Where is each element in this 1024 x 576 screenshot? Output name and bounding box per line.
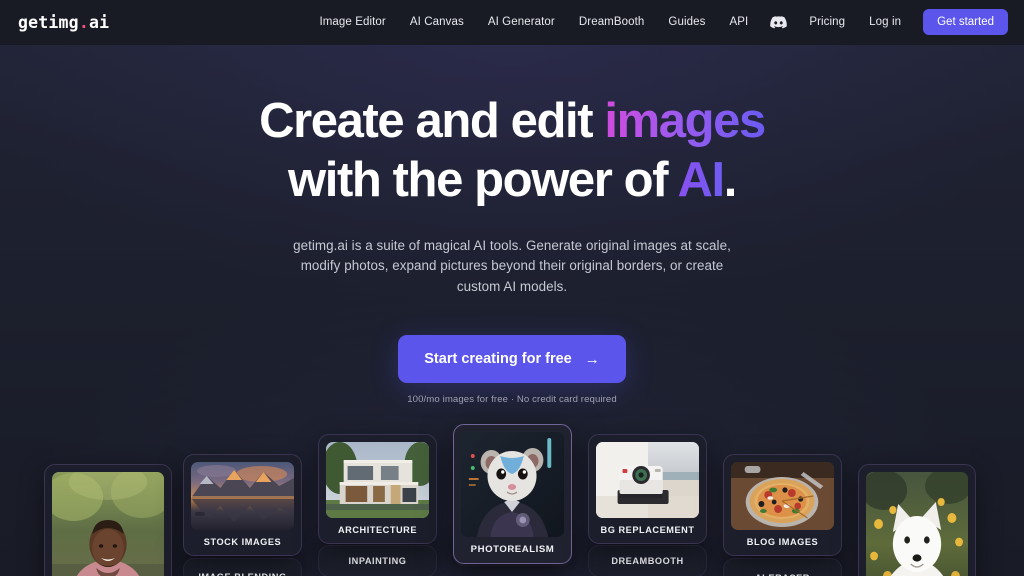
headline-period: .: [723, 153, 738, 207]
nav-login[interactable]: Log in: [857, 10, 913, 34]
card-blog-images[interactable]: BLOG IMAGES: [723, 454, 842, 556]
card-ai-eraser[interactable]: AI ERASER: [723, 558, 842, 576]
feature-card-gallery: IMAGE BLENDING INPAINTING DREAMBOOTH AI …: [0, 418, 1024, 576]
card-portrait[interactable]: [44, 464, 172, 576]
nav-image-editor[interactable]: Image Editor: [307, 10, 397, 34]
instant-camera-on-beach: [596, 442, 699, 518]
white-dog-in-flowers-photo: [866, 472, 968, 576]
logo-text: getimg: [18, 12, 79, 32]
page-title: Create and edit images with the power of…: [0, 97, 1024, 205]
logo[interactable]: getimg.ai: [18, 13, 109, 32]
headline-accent-images: images: [604, 94, 766, 148]
card-label: ARCHITECTURE: [337, 525, 418, 535]
card-inpainting[interactable]: INPAINTING: [318, 545, 437, 576]
card-label: IMAGE BLENDING: [184, 559, 301, 576]
nav-api[interactable]: API: [717, 10, 760, 34]
card-dreambooth[interactable]: DREAMBOOTH: [588, 545, 707, 576]
hero-section: Create and edit images with the power of…: [0, 45, 1024, 406]
card-label: DREAMBOOTH: [611, 556, 684, 566]
headline-line-1: Create and edit images: [259, 94, 766, 148]
headline-line-2: with the power of AI.: [0, 156, 1024, 205]
hero-subtitle: getimg.ai is a suite of magical AI tools…: [293, 238, 731, 294]
card-label: AI ERASER: [724, 559, 841, 576]
nav-pricing[interactable]: Pricing: [797, 10, 857, 34]
start-creating-button[interactable]: Start creating for free →: [398, 335, 626, 384]
card-image-blending[interactable]: IMAGE BLENDING: [183, 558, 302, 576]
discord-icon[interactable]: [760, 12, 797, 33]
modern-house-render: [326, 442, 429, 518]
arrow-right-icon: →: [584, 350, 600, 368]
logo-dot: .: [78, 12, 89, 32]
card-label: BLOG IMAGES: [746, 537, 819, 547]
smiling-man-park-photo: [52, 472, 164, 576]
card-label: PHOTOREALISM: [470, 544, 555, 555]
navbar: getimg.ai Image Editor AI Canvas AI Gene…: [0, 0, 1024, 45]
card-label: STOCK IMAGES: [203, 537, 282, 547]
get-started-button[interactable]: Get started: [923, 9, 1008, 35]
pizza-on-table-photo: [731, 462, 834, 530]
cta-wrapper: Start creating for free → 100/mo images …: [0, 335, 1024, 405]
card-stock-images[interactable]: STOCK IMAGES: [183, 454, 302, 556]
card-photorealism[interactable]: PHOTOREALISM: [453, 424, 572, 564]
card-architecture[interactable]: ARCHITECTURE: [318, 434, 437, 544]
nav-dreambooth[interactable]: DreamBooth: [567, 10, 657, 34]
nav-links: Image Editor AI Canvas AI Generator Drea…: [307, 10, 913, 34]
card-label: BG REPLACEMENT: [600, 525, 695, 535]
headline-plain-1: Create and edit: [259, 94, 605, 148]
nav-guides[interactable]: Guides: [656, 10, 717, 34]
nav-ai-canvas[interactable]: AI Canvas: [398, 10, 476, 34]
headline-accent-ai: AI: [677, 153, 726, 207]
hamster-in-jacket-portrait: [461, 432, 564, 537]
nav-ai-generator[interactable]: AI Generator: [476, 10, 567, 34]
headline-plain-2: with the power of: [288, 153, 678, 207]
cta-label: Start creating for free: [424, 351, 572, 368]
card-label: INPAINTING: [348, 556, 407, 566]
card-white-dog[interactable]: [858, 464, 976, 576]
cta-note: 100/mo images for free · No credit card …: [407, 394, 617, 406]
logo-tld: ai: [88, 12, 110, 32]
landing-page: getimg.ai Image Editor AI Canvas AI Gene…: [0, 0, 1024, 576]
card-bg-replacement[interactable]: BG REPLACEMENT: [588, 434, 707, 544]
mountain-lake-sunset-photo: [191, 462, 294, 530]
